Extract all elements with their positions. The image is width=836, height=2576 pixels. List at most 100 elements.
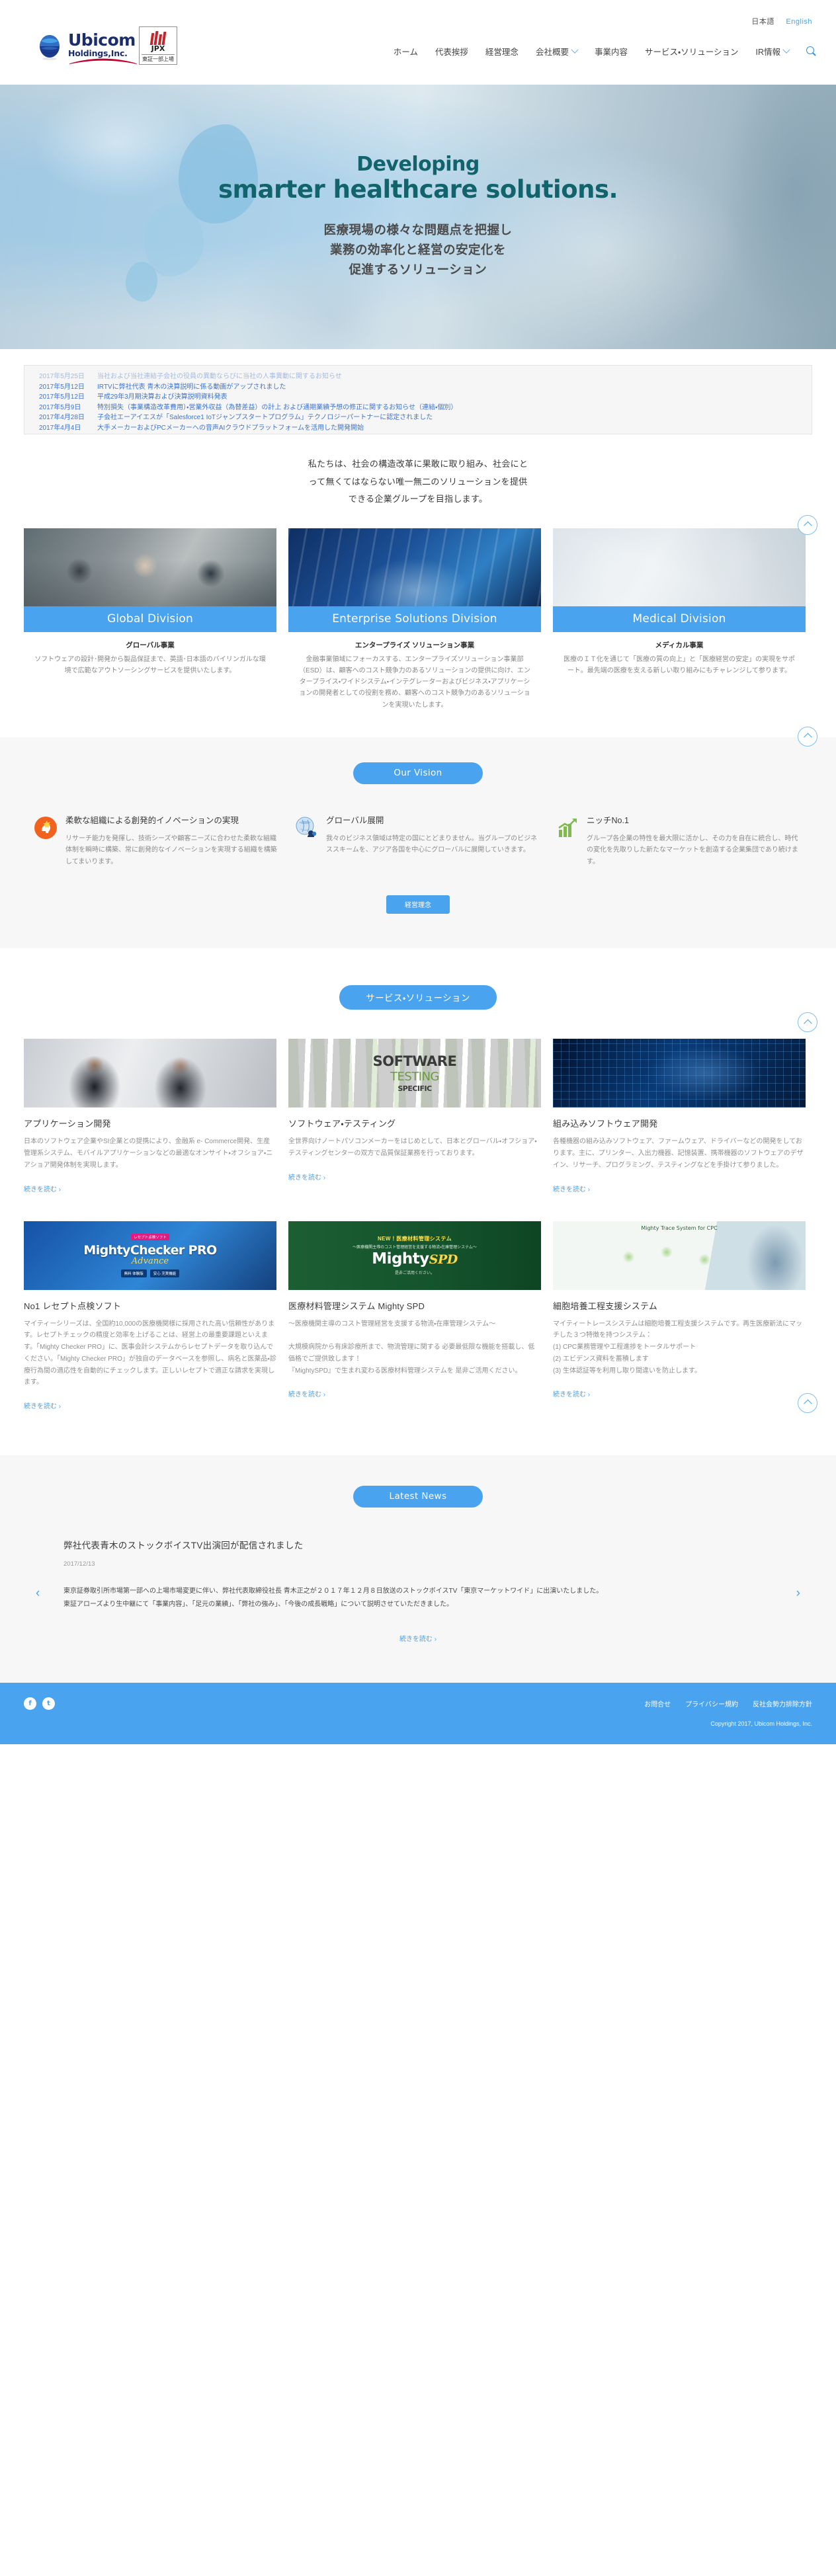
chevron-up-icon bbox=[803, 1399, 812, 1408]
nav-item-philosophy[interactable]: 経営理念 bbox=[485, 45, 519, 58]
nav-item-business[interactable]: 事業内容 bbox=[595, 45, 628, 58]
service-card-embedded[interactable]: 組み込みソフトウェア開発 各種機器の組み込みソフトウェア、ファームウェア、ドライ… bbox=[553, 1039, 806, 1194]
division-card-enterprise[interactable]: Enterprise Solutions Division エンタープライズ ソ… bbox=[288, 528, 541, 711]
ticker-text[interactable]: 大手メーカーおよびPCメーカーへの音声AIクラウドプラットフォームを活用した開発… bbox=[97, 423, 364, 434]
nav-label: ホーム bbox=[393, 48, 418, 57]
service-title: アプリケーション開発 bbox=[24, 1119, 111, 1129]
ticker-row[interactable]: 2017年5月12日 IRTVに弊社代表 青木の決算説明に係る動画がアップされま… bbox=[39, 382, 797, 393]
footer-links: お問合せ プライバシー規約 反社会勢力排除方針 bbox=[644, 1699, 812, 1709]
service-card-app-dev[interactable]: アプリケーション開発 日本のソフトウェア企業やSI企業との提携により、金融系 e… bbox=[24, 1039, 276, 1194]
nav-label: 経営理念 bbox=[485, 48, 519, 57]
scroll-top-button[interactable] bbox=[798, 514, 817, 535]
nav-item-ir[interactable]: IR情報 bbox=[755, 45, 790, 58]
twitter-icon[interactable]: t bbox=[42, 1697, 55, 1711]
ticker-text[interactable]: 子会社エーアイエスが「Salesforce1 IoTジャンプスタートプログラム」… bbox=[97, 413, 433, 423]
service-body: マイティーシリーズは、全国約10,000の医療機関様に採用された高い信頼性があり… bbox=[24, 1320, 276, 1387]
our-vision-heading: Our Vision bbox=[353, 762, 483, 784]
vision-title: ニッチNo.1 bbox=[587, 815, 629, 825]
ticker-row[interactable]: 2017年4月28日 子会社エーアイエスが「Salesforce1 IoTジャン… bbox=[39, 413, 797, 423]
nav-item-company[interactable]: 会社概要 bbox=[535, 45, 579, 58]
services-section: サービス・ソリューション アプリケーション開発 日本のソフトウェア企業やSI企業… bbox=[0, 948, 836, 1438]
mission-line-1: 私たちは、社会の構造改革に果敢に取り組み、社会にと bbox=[308, 459, 528, 469]
nav-item-services[interactable]: サービス・ソリューション bbox=[645, 45, 739, 58]
service-photo: レセプト点検ソフト MightyChecker PRO Advance 無料 体… bbox=[24, 1221, 276, 1290]
service-body: 各種機器の組み込みソフトウェア、ファームウェア、ドライバーなどの開発をしておりま… bbox=[553, 1138, 804, 1169]
ticker-text[interactable]: 当社および当社連結子会社の役員の異動ならびに当社の人事異動に関するお知らせ bbox=[97, 372, 342, 382]
footer-link-antisocial[interactable]: 反社会勢力排除方針 bbox=[753, 1699, 812, 1709]
banner-subtitle: Advance bbox=[131, 1256, 169, 1266]
globe-people-icon bbox=[295, 817, 317, 839]
vision-body: 我々のビジネス領域は特定の国にとどまりません。当グループのビジネススキームを、ア… bbox=[326, 834, 538, 854]
philosophy-button[interactable]: 経営理念 bbox=[386, 895, 450, 914]
footer-link-contact[interactable]: お問合せ bbox=[644, 1699, 671, 1709]
site-footer: f t お問合せ プライバシー規約 反社会勢力排除方針 Copyright 20… bbox=[0, 1683, 836, 1745]
service-photo: SOFTWARE TESTING SPECIFIC bbox=[288, 1039, 541, 1108]
vision-title: 柔軟な組織による創発的イノベーションの実現 bbox=[65, 815, 239, 825]
banner-chips: レセプト点検ソフト bbox=[131, 1233, 169, 1240]
latest-news-section: Latest News ‹ › 弊社代表青木のストックボイスTV出演回が配信され… bbox=[0, 1455, 836, 1683]
ticker-text[interactable]: 平成29年3月期決算および決算説明資料発表 bbox=[97, 392, 228, 403]
wordcloud-line-3: SPECIFIC bbox=[397, 1084, 432, 1094]
division-card-global[interactable]: Global Division グローバル事業 ソフトウェアの設計･開発から製品… bbox=[24, 528, 276, 711]
hero-headline: Developing smarter healthcare solutions. bbox=[0, 153, 836, 203]
logo-wordmark: Ubicom Holdings,Inc. bbox=[68, 30, 137, 64]
chevron-down-icon bbox=[782, 46, 790, 54]
vision-item-innovation: 柔軟な組織による創発的イノベーションの実現 リサーチ能力を発揮し、技術シーズや顧… bbox=[34, 815, 280, 867]
ticker-text[interactable]: IRTVに弊社代表 青木の決算説明に係る動画がアップされました bbox=[97, 382, 286, 393]
footer-copyright: Copyright 2017, Ubicom Holdings, Inc. bbox=[710, 1720, 812, 1728]
lang-japanese[interactable]: 日本語 bbox=[751, 18, 774, 26]
ticker-row[interactable]: 2017年5月12日 平成29年3月期決算および決算説明資料発表 bbox=[39, 392, 797, 403]
service-card-mighty-checker[interactable]: レセプト点検ソフト MightyChecker PRO Advance 無料 体… bbox=[24, 1221, 276, 1412]
read-more-link[interactable]: 続きを読む › bbox=[24, 1184, 61, 1193]
carousel-prev-icon[interactable]: ‹ bbox=[36, 1586, 40, 1601]
service-photo bbox=[24, 1039, 276, 1108]
scroll-top-button[interactable] bbox=[798, 726, 817, 746]
nav-label: 会社概要 bbox=[535, 48, 569, 57]
footer-link-privacy[interactable]: プライバシー規約 bbox=[685, 1699, 738, 1709]
scroll-top-button[interactable] bbox=[798, 1392, 817, 1413]
ticker-row[interactable]: 2017年5月25日 当社および当社連結子会社の役員の異動ならびに当社の人事異動… bbox=[39, 372, 797, 382]
search-icon[interactable] bbox=[806, 46, 816, 56]
news-read-more-link[interactable]: 続きを読む › bbox=[63, 1633, 773, 1643]
ticker-date: 2017年5月9日 bbox=[39, 403, 81, 411]
main-navigation[interactable]: ホーム 代表挨拶 経営理念 会社概要 事業内容 サービス・ソリューション IR情… bbox=[394, 45, 816, 58]
scroll-top-button[interactable] bbox=[798, 1012, 817, 1033]
service-photo: NEW！医療材料管理システム 〜医療機関主導のコスト管理経営を支援する物流・在庫… bbox=[288, 1221, 541, 1290]
nav-item-greeting[interactable]: 代表挨拶 bbox=[435, 45, 468, 58]
division-title: Global Division bbox=[24, 606, 276, 632]
head-idea-icon bbox=[34, 816, 57, 839]
vision-items-grid: 柔軟な組織による創発的イノベーションの実現 リサーチ能力を発揮し、技術シーズや顧… bbox=[0, 784, 836, 867]
wordcloud-line-2: TESTING bbox=[390, 1070, 440, 1084]
mission-statement: 私たちは、社会の構造改革に果敢に取り組み、社会にと って無くてはならない唯一無二… bbox=[0, 434, 836, 528]
jpx-bars-icon bbox=[140, 30, 177, 45]
news-ticker-box[interactable]: 2017年5月25日 当社および当社連結子会社の役員の異動ならびに当社の人事異動… bbox=[24, 365, 812, 434]
service-card-cell-culture[interactable]: Mighty Trace System for CPC 細胞培養工程支援システム… bbox=[553, 1221, 806, 1412]
ticker-row[interactable]: 2017年4月4日 大手メーカーおよびPCメーカーへの音声AIクラウドプラットフ… bbox=[39, 423, 797, 434]
ticker-row[interactable]: 2017年5月9日 特別損失（事業構造改革費用）・営業外収益（為替差益）の計上 … bbox=[39, 403, 797, 413]
division-body: 医療のＩＴ化を通じて「医療の質の向上」と「医療経営の安定」の実現をサポート。最先… bbox=[564, 655, 795, 675]
carousel-next-icon[interactable]: › bbox=[796, 1586, 800, 1601]
ticker-text[interactable]: 特別損失（事業構造改革費用）・営業外収益（為替差益）の計上 および通期業績予想の… bbox=[97, 403, 457, 413]
news-title[interactable]: 弊社代表青木のストックボイスTV出演回が配信されました bbox=[63, 1538, 773, 1551]
read-more-link[interactable]: 続きを読む › bbox=[288, 1389, 325, 1398]
banner-title-accent: SPD bbox=[429, 1252, 458, 1267]
nav-item-home[interactable]: ホーム bbox=[394, 45, 418, 58]
chevron-up-icon bbox=[803, 733, 812, 742]
hero-banner: Developing smarter healthcare solutions.… bbox=[0, 85, 836, 349]
read-more-link[interactable]: 続きを読む › bbox=[553, 1184, 590, 1193]
service-card-mighty-spd[interactable]: NEW！医療材料管理システム 〜医療機関主導のコスト管理経営を支援する物流・在庫… bbox=[288, 1221, 541, 1412]
lang-english[interactable]: English bbox=[786, 18, 812, 26]
read-more-link[interactable]: 続きを読む › bbox=[553, 1389, 590, 1398]
page-root: 日本語 English Ubicom Holdings,Inc. JPX 東証一… bbox=[0, 0, 836, 1745]
vision-title: グローバル展開 bbox=[326, 815, 384, 825]
banner-badge: 安心 充実機能 bbox=[149, 1269, 180, 1277]
banner-title: MightyChecker PRO bbox=[83, 1242, 217, 1258]
read-more-link[interactable]: 続きを読む › bbox=[24, 1400, 61, 1410]
facebook-icon[interactable]: f bbox=[24, 1697, 36, 1711]
read-more-link[interactable]: 続きを読む › bbox=[288, 1172, 325, 1182]
division-card-medical[interactable]: Medical Division メディカル事業 医療のＩＴ化を通じて「医療の質… bbox=[553, 528, 806, 711]
logo-name: Ubicom bbox=[68, 30, 136, 50]
service-card-testing[interactable]: SOFTWARE TESTING SPECIFIC ソフトウェア・テスティング … bbox=[288, 1039, 541, 1194]
services-heading: サービス・ソリューション bbox=[339, 985, 497, 1010]
site-logo[interactable]: Ubicom Holdings,Inc. bbox=[37, 30, 137, 64]
